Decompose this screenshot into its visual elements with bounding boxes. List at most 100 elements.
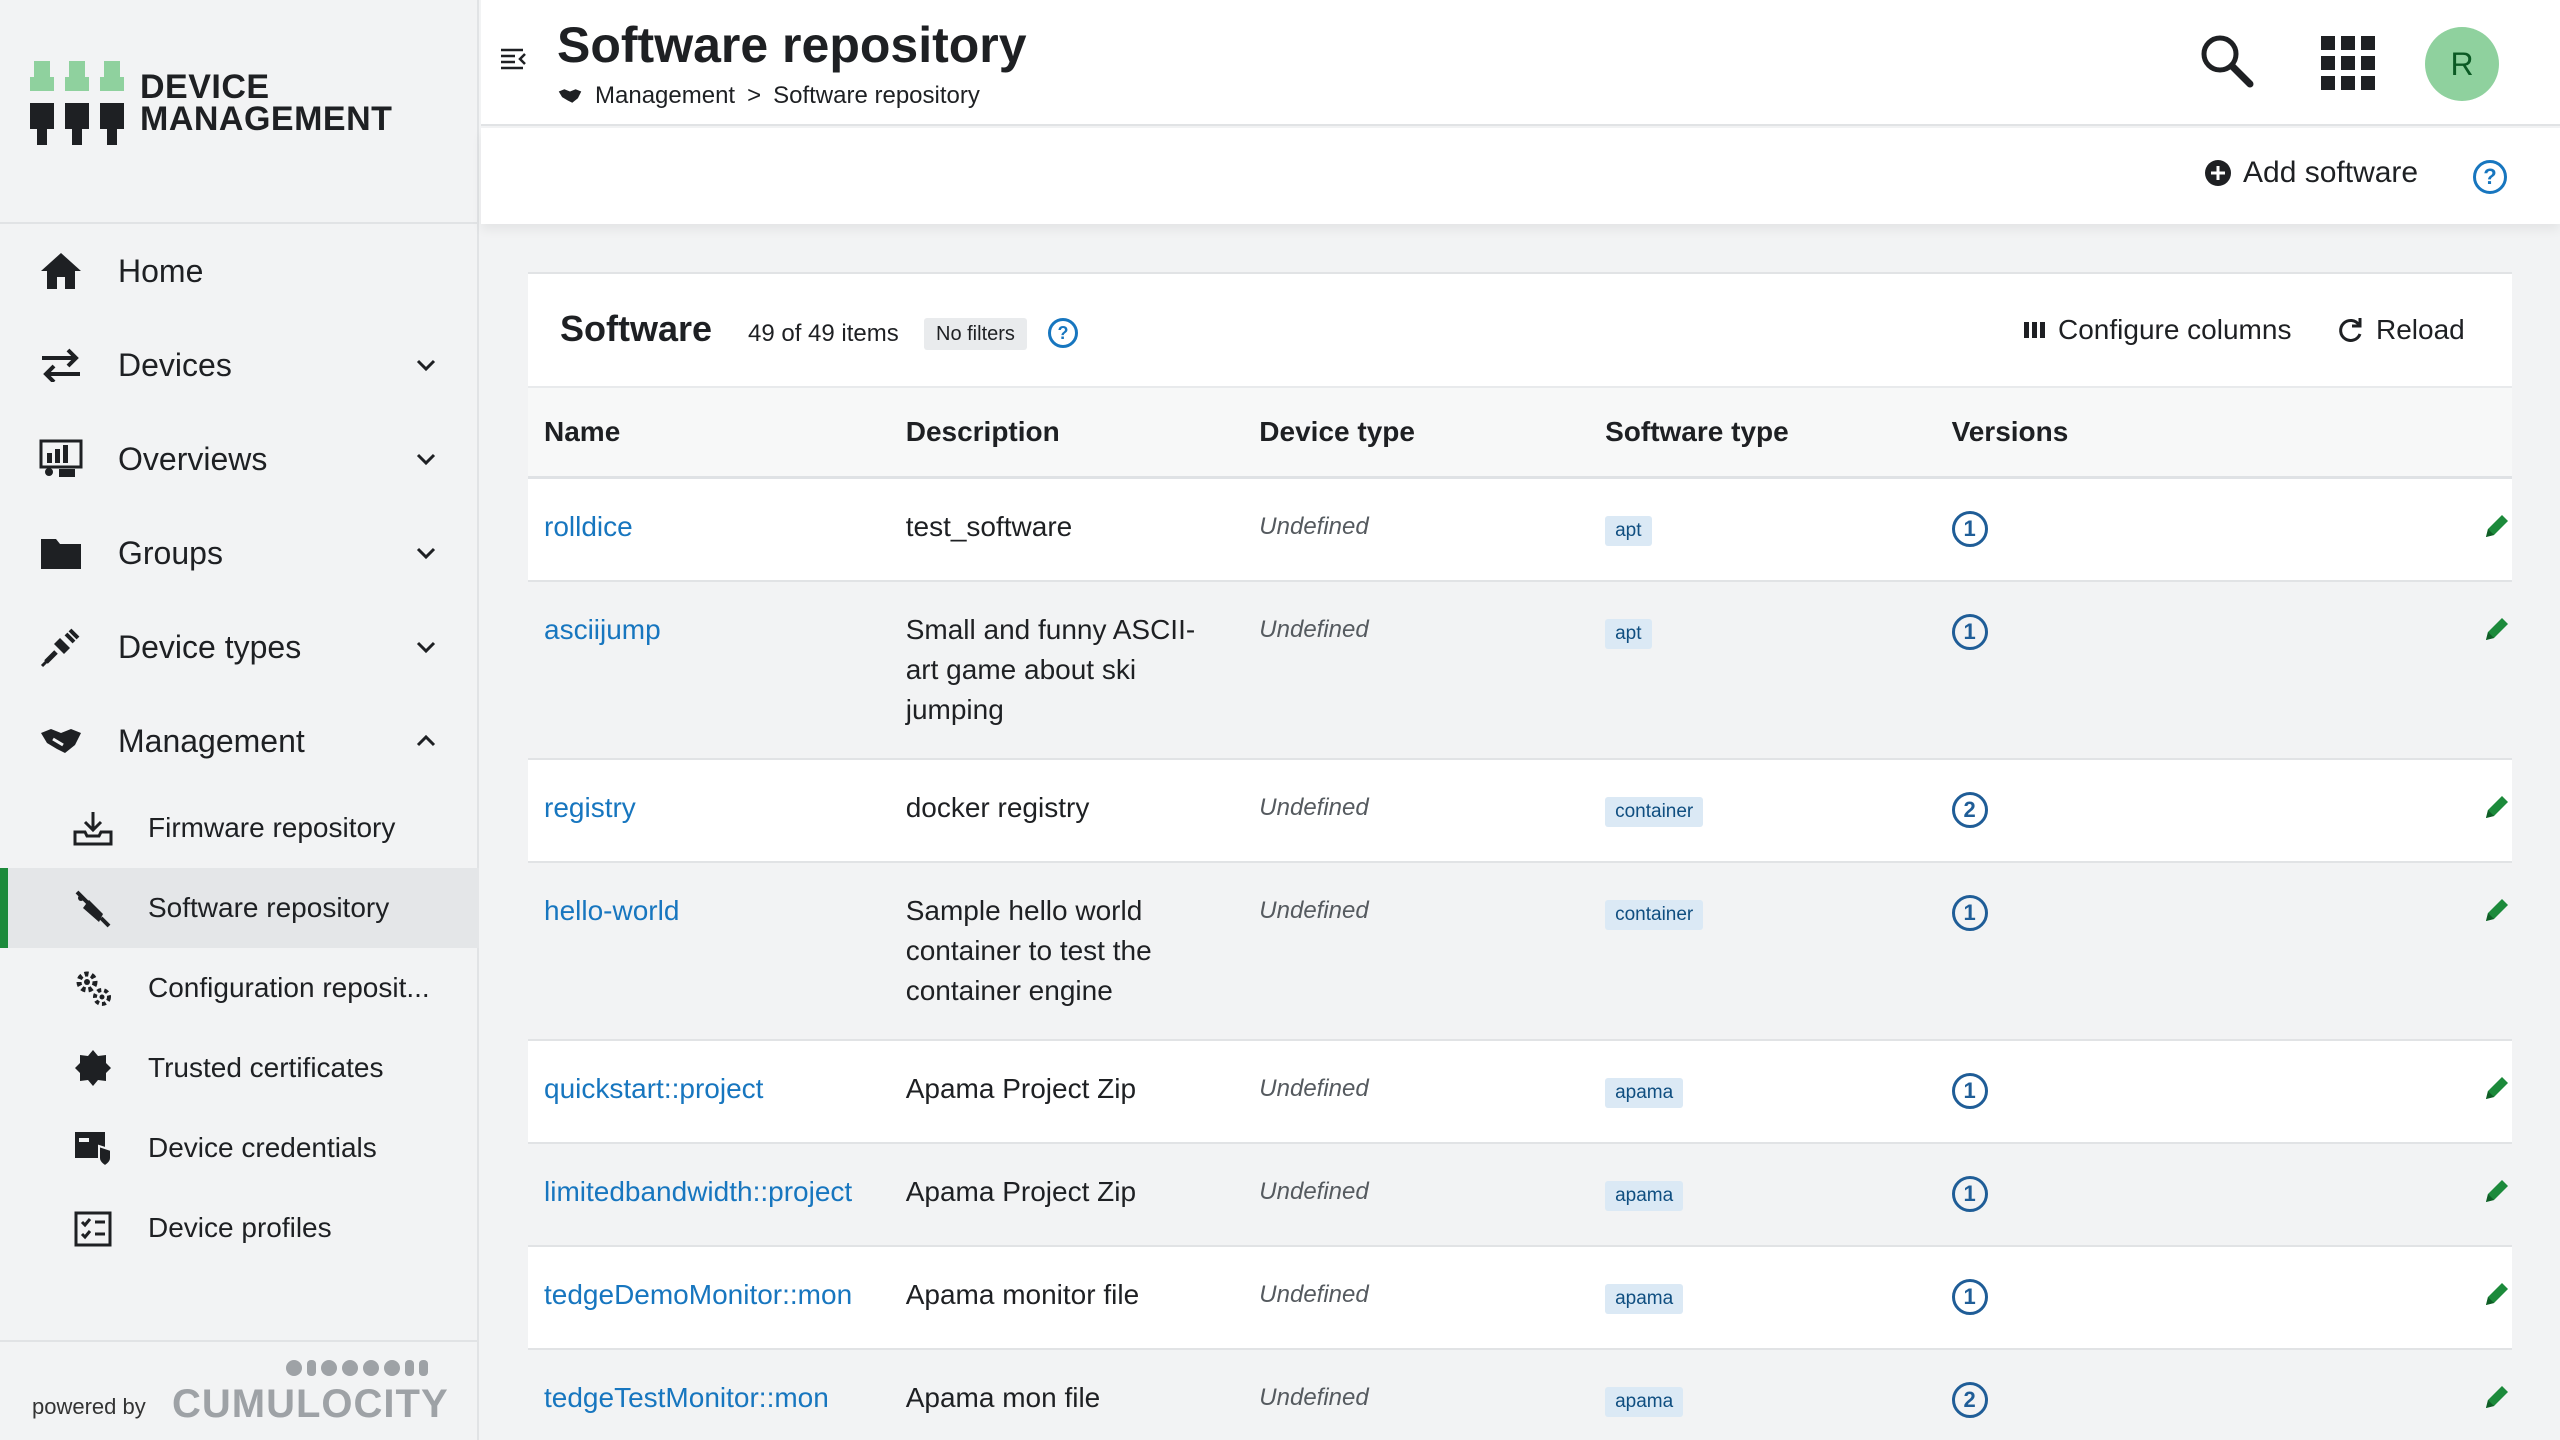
- profile-checklist-icon: [72, 1207, 114, 1249]
- software-name-link[interactable]: tedgeTestMonitor::mon: [528, 1349, 890, 1440]
- column-header-description[interactable]: Description: [890, 387, 1244, 477]
- versions-cell: 1: [1936, 862, 2282, 1040]
- column-header-name[interactable]: Name: [528, 387, 890, 477]
- add-software-button[interactable]: Add software: [2205, 156, 2418, 190]
- nav-label: Devices: [118, 346, 232, 383]
- software-type-badge: container: [1605, 899, 1704, 930]
- sidebar-item-software-repository[interactable]: Software repository: [0, 868, 479, 948]
- nav-item-devices[interactable]: Devices: [0, 318, 479, 412]
- handshake-icon: [38, 718, 84, 764]
- versions-count-badge[interactable]: 2: [1951, 791, 1988, 828]
- main-nav: Home Devices Overviews Groups Device typ…: [0, 224, 479, 1268]
- versions-count-badge[interactable]: 1: [1951, 1278, 1988, 1315]
- chevron-down-icon[interactable]: [415, 636, 437, 658]
- search-icon[interactable]: [2196, 30, 2256, 90]
- table-row: rolldice test_software Undefined apt 1: [528, 477, 2512, 581]
- software-type-badge: apama: [1605, 1386, 1684, 1417]
- nav-label: Configuration reposit...: [148, 972, 430, 1003]
- versions-cell: 1: [1936, 1143, 2282, 1246]
- software-name-link[interactable]: rolldice: [528, 477, 890, 581]
- breadcrumb: Management > Software repository: [557, 82, 980, 110]
- pencil-icon[interactable]: [2482, 895, 2512, 925]
- sidebar-item-firmware-repository[interactable]: Firmware repository: [0, 788, 479, 868]
- user-avatar[interactable]: R: [2425, 27, 2499, 101]
- add-software-label: Add software: [2243, 156, 2419, 189]
- software-type-cell: apt: [1589, 477, 1936, 581]
- certificate-seal-icon: [72, 1047, 114, 1089]
- nav-item-home[interactable]: Home: [0, 224, 479, 318]
- sidebar-item-trusted-certificates[interactable]: Trusted certificates: [0, 1028, 479, 1108]
- software-install-icon: [72, 887, 114, 929]
- sidebar: DEVICE MANAGEMENT Home Devices Overviews: [0, 0, 479, 1440]
- versions-cell: 2: [1936, 759, 2282, 862]
- software-type-badge: container: [1605, 796, 1704, 827]
- help-icon[interactable]: ?: [2473, 160, 2507, 194]
- sidebar-item-configuration-repository[interactable]: Configuration reposit...: [0, 948, 479, 1028]
- column-header-device-type[interactable]: Device type: [1243, 387, 1589, 477]
- versions-cell: 1: [1936, 1246, 2282, 1349]
- software-description: Small and funny ASCII-art game about ski…: [905, 613, 1196, 725]
- table-header-row: Name Description Device type Software ty…: [528, 387, 2512, 477]
- menu-toggle-icon[interactable]: [499, 44, 529, 74]
- device-type-value: Undefined: [1259, 1074, 1369, 1102]
- pencil-icon[interactable]: [2482, 1279, 2512, 1309]
- software-name-link[interactable]: registry: [528, 759, 890, 862]
- chevron-down-icon[interactable]: [415, 448, 437, 470]
- sidebar-item-device-credentials[interactable]: Device credentials: [0, 1108, 479, 1188]
- software-type-badge: apama: [1605, 1180, 1684, 1211]
- pencil-icon[interactable]: [2482, 511, 2512, 541]
- software-table: Name Description Device type Software ty…: [528, 386, 2512, 1440]
- versions-count-badge[interactable]: 1: [1951, 1175, 1988, 1212]
- device-type-value: Undefined: [1259, 1383, 1369, 1411]
- pencil-icon[interactable]: [2482, 1176, 2512, 1206]
- nav-item-device-types[interactable]: Device types: [0, 600, 479, 694]
- versions-count-badge[interactable]: 2: [1951, 1381, 1988, 1418]
- chevron-down-icon[interactable]: [415, 354, 437, 376]
- configure-columns-button[interactable]: Configure columns: [2024, 314, 2291, 346]
- column-header-software-type[interactable]: Software type: [1589, 387, 1936, 477]
- actions-cell: [2282, 1246, 2512, 1349]
- nav-label: Overviews: [118, 440, 268, 477]
- actions-cell: [2282, 862, 2512, 1040]
- nav-label: Management: [118, 722, 305, 759]
- exchange-arrows-icon: [38, 342, 84, 388]
- brand-logo[interactable]: DEVICE MANAGEMENT: [30, 55, 392, 150]
- nav-item-groups[interactable]: Groups: [0, 506, 479, 600]
- software-name-link[interactable]: limitedbandwidth::project: [528, 1143, 890, 1246]
- pencil-icon[interactable]: [2482, 1382, 2512, 1412]
- device-type-value: Undefined: [1259, 512, 1369, 540]
- pencil-icon[interactable]: [2482, 614, 2512, 644]
- folder-icon: [38, 530, 84, 576]
- configure-columns-label: Configure columns: [2058, 314, 2292, 345]
- breadcrumb-parent[interactable]: Management: [595, 82, 735, 110]
- device-type-value: Undefined: [1259, 1280, 1369, 1308]
- nav-label: Software repository: [148, 892, 390, 923]
- filter-badge: No filters: [924, 318, 1027, 350]
- nav-item-management[interactable]: Management: [0, 694, 479, 788]
- versions-count-badge[interactable]: 1: [1951, 613, 1988, 650]
- reload-button[interactable]: Reload: [2336, 314, 2465, 346]
- nav-item-overviews[interactable]: Overviews: [0, 412, 479, 506]
- table-row: tedgeDemoMonitor::mon Apama monitor file…: [528, 1246, 2512, 1349]
- software-name-link[interactable]: hello-world: [528, 862, 890, 1040]
- chevron-up-icon[interactable]: [415, 730, 437, 752]
- software-name-link[interactable]: tedgeDemoMonitor::mon: [528, 1246, 890, 1349]
- versions-count-badge[interactable]: 1: [1951, 1072, 1988, 1109]
- app-grid-icon[interactable]: [2321, 36, 2375, 90]
- versions-count-badge[interactable]: 1: [1951, 510, 1988, 547]
- software-type-cell: apama: [1589, 1143, 1936, 1246]
- chevron-down-icon[interactable]: [415, 542, 437, 564]
- gears-icon: [72, 967, 114, 1009]
- sidebar-footer: powered by CUMULOCITY: [0, 1340, 479, 1440]
- software-name-link[interactable]: quickstart::project: [528, 1040, 890, 1143]
- action-bar: Add software ?: [481, 128, 2560, 224]
- plus-circle-icon: [2205, 160, 2231, 186]
- pencil-icon[interactable]: [2482, 792, 2512, 822]
- sidebar-item-device-profiles[interactable]: Device profiles: [0, 1188, 479, 1268]
- help-icon[interactable]: ?: [1048, 318, 1078, 348]
- software-name-link[interactable]: asciijump: [528, 581, 890, 759]
- column-header-versions[interactable]: Versions: [1936, 387, 2282, 477]
- versions-count-badge[interactable]: 1: [1951, 894, 1988, 931]
- pencil-icon[interactable]: [2482, 1073, 2512, 1103]
- handshake-icon: [558, 89, 582, 103]
